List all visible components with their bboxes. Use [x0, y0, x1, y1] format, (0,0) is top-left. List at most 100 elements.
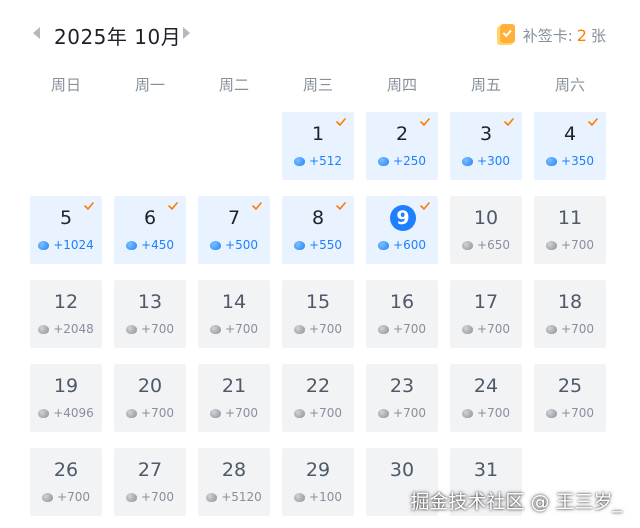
- day-cell[interactable]: 3 +300: [450, 112, 522, 180]
- ore-icon: [462, 241, 474, 250]
- ore-icon: [546, 157, 558, 166]
- prev-month-icon[interactable]: [33, 27, 40, 39]
- day-reward: +700: [450, 322, 522, 336]
- makeup-card-count: 2: [576, 25, 587, 45]
- day-reward: +700: [366, 322, 438, 336]
- reward-value: +100: [309, 490, 342, 504]
- day-cell[interactable]: 17 +700: [450, 280, 522, 348]
- day-cell[interactable]: 22 +700: [282, 364, 354, 432]
- check-icon: [504, 118, 514, 126]
- day-number: 27: [137, 459, 163, 481]
- ore-icon: [38, 325, 50, 334]
- day-cell[interactable]: 11 +700: [534, 196, 606, 264]
- next-month-icon[interactable]: [183, 27, 190, 39]
- weekday-mon: 周一: [134, 76, 165, 94]
- day-cell[interactable]: 13 +700: [114, 280, 186, 348]
- day-cell[interactable]: 6 +450: [114, 196, 186, 264]
- check-icon: [336, 118, 346, 126]
- reward-value: +700: [141, 406, 174, 420]
- day-number: 23: [389, 375, 415, 397]
- day-reward: +700: [198, 322, 270, 336]
- reward-value: +700: [309, 406, 342, 420]
- day-number: 25: [557, 375, 583, 397]
- day-reward: +500: [198, 238, 270, 252]
- day-cell[interactable]: 19 +4096: [30, 364, 102, 432]
- day-cell[interactable]: 16 +700: [366, 280, 438, 348]
- day-number: 15: [305, 291, 331, 313]
- day-cell[interactable]: 10 +650: [450, 196, 522, 264]
- day-cell[interactable]: 28 +5120: [198, 448, 270, 516]
- ore-icon: [206, 493, 218, 502]
- day-cell[interactable]: 2 +250: [366, 112, 438, 180]
- weekday-header: 周日 周一 周二 周三 周四 周五 周六: [24, 74, 612, 98]
- ore-icon: [378, 157, 390, 166]
- reward-value: +350: [561, 154, 594, 168]
- day-reward: +4096: [30, 406, 102, 420]
- ore-icon: [126, 241, 138, 250]
- ore-icon: [462, 157, 474, 166]
- reward-value: +650: [477, 238, 510, 252]
- day-reward: +700: [30, 490, 102, 504]
- day-cell[interactable]: 15 +700: [282, 280, 354, 348]
- day-cell[interactable]: 7 +500: [198, 196, 270, 264]
- day-cell[interactable]: 18 +700: [534, 280, 606, 348]
- ore-icon: [210, 325, 222, 334]
- ore-icon: [38, 241, 50, 250]
- day-reward: +700: [198, 406, 270, 420]
- weekday-sat: 周六: [554, 76, 585, 94]
- day-number: 28: [221, 459, 247, 481]
- day-cell[interactable]: 25 +700: [534, 364, 606, 432]
- day-cell[interactable]: 12 +2048: [30, 280, 102, 348]
- reward-value: +700: [225, 322, 258, 336]
- reward-value: +700: [477, 322, 510, 336]
- ore-icon: [546, 325, 558, 334]
- day-cell[interactable]: 20 +700: [114, 364, 186, 432]
- ore-icon: [294, 409, 306, 418]
- reward-value: +512: [309, 154, 342, 168]
- calendar-header: 2025年 10月 补签卡: 2 张: [0, 0, 640, 68]
- day-cell[interactable]: 8 +550: [282, 196, 354, 264]
- check-icon: [420, 202, 430, 210]
- reward-value: +2048: [53, 322, 94, 336]
- day-reward: +700: [534, 322, 606, 336]
- day-number: 18: [557, 291, 583, 313]
- day-cell[interactable]: 29 +100: [282, 448, 354, 516]
- reward-value: +700: [225, 406, 258, 420]
- day-reward: +1024: [30, 238, 102, 252]
- day-cell[interactable]: 5 +1024: [30, 196, 102, 264]
- check-icon: [420, 118, 430, 126]
- ore-icon: [294, 493, 306, 502]
- reward-value: +250: [393, 154, 426, 168]
- day-reward: +300: [450, 154, 522, 168]
- day-cell[interactable]: 14 +700: [198, 280, 270, 348]
- day-reward: +650: [450, 238, 522, 252]
- day-reward: +2048: [30, 322, 102, 336]
- day-number: 12: [53, 291, 79, 313]
- day-cell[interactable]: 27 +700: [114, 448, 186, 516]
- day-cell[interactable]: 21 +700: [198, 364, 270, 432]
- month-title: 2025年 10月: [54, 25, 182, 49]
- reward-value: +700: [561, 322, 594, 336]
- check-icon: [336, 202, 346, 210]
- weekday-fri: 周五: [470, 76, 501, 94]
- day-cell[interactable]: 1 +512: [282, 112, 354, 180]
- day-cell[interactable]: 9 +600: [366, 196, 438, 264]
- ore-icon: [462, 409, 474, 418]
- ore-icon: [126, 325, 138, 334]
- day-cell[interactable]: 24 +700: [450, 364, 522, 432]
- day-number: 14: [221, 291, 247, 313]
- reward-value: +700: [141, 490, 174, 504]
- makeup-card-info: 补签卡: 2 张: [495, 22, 606, 48]
- weekday-thu: 周四: [386, 76, 417, 94]
- reward-value: +5120: [221, 490, 262, 504]
- reward-value: +550: [309, 238, 342, 252]
- day-reward: +700: [450, 406, 522, 420]
- day-reward: +700: [114, 322, 186, 336]
- day-reward: +550: [282, 238, 354, 252]
- day-reward: +450: [114, 238, 186, 252]
- day-cell[interactable]: 23 +700: [366, 364, 438, 432]
- day-reward: +700: [282, 322, 354, 336]
- day-reward: +700: [282, 406, 354, 420]
- day-cell[interactable]: 26 +700: [30, 448, 102, 516]
- day-cell[interactable]: 4 +350: [534, 112, 606, 180]
